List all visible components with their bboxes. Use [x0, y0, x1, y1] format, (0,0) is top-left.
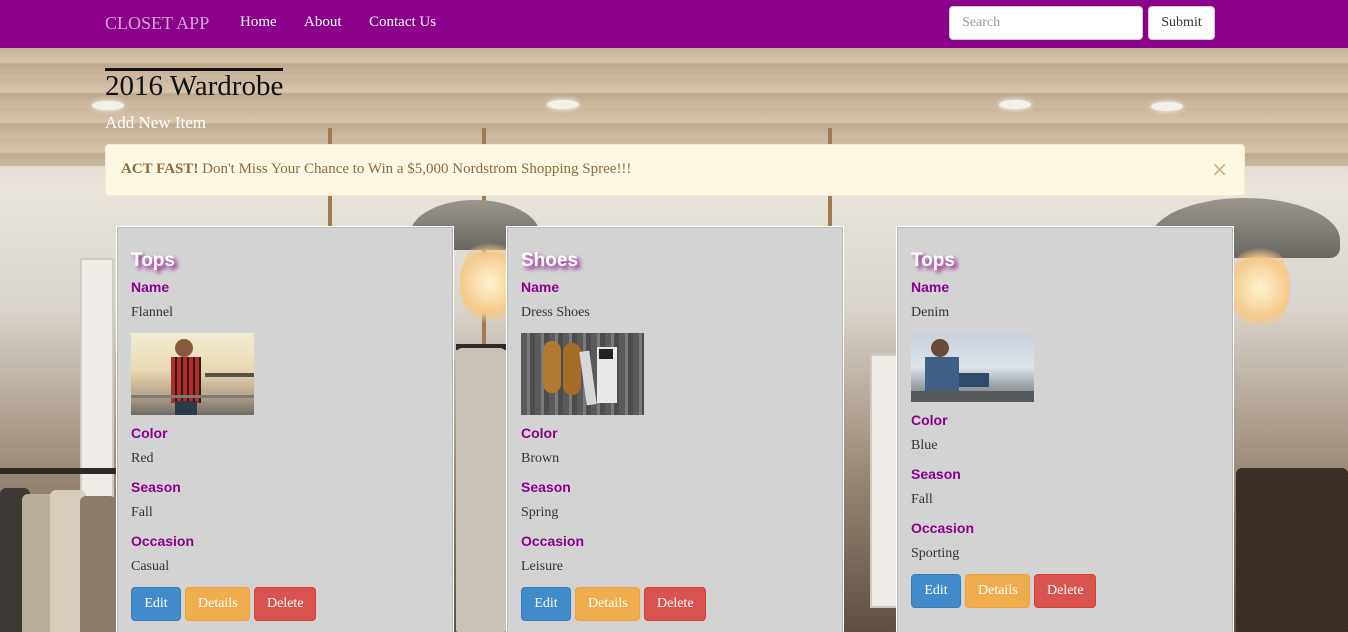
search-submit-button[interactable]: Submit [1148, 6, 1215, 40]
ceiling-light [547, 100, 579, 109]
nav-contact-link[interactable]: Contact Us [369, 14, 436, 31]
color-label: Color [131, 425, 168, 441]
details-button[interactable]: Details [965, 574, 1030, 608]
hanging-garment [456, 348, 506, 632]
edit-button[interactable]: Edit [911, 574, 961, 608]
navbar: CLOSET APP Home About Contact Us Submit [0, 0, 1348, 48]
occasion-value: Sporting [911, 546, 960, 561]
hanging-garment [1236, 468, 1348, 632]
alert-bold-text: ACT FAST! [121, 161, 199, 177]
search-input[interactable] [949, 6, 1143, 40]
doorway [80, 258, 114, 522]
item-category: Tops [911, 250, 955, 271]
delete-button[interactable]: Delete [254, 587, 316, 621]
item-category: Tops [131, 250, 175, 271]
item-card: Tops Name Denim Color Blue Season Fall O… [896, 226, 1234, 632]
item-card: Shoes Name Dress Shoes Color Brown Seaso… [506, 226, 844, 632]
name-label: Name [911, 279, 950, 295]
color-value: Blue [911, 438, 938, 453]
delete-button[interactable]: Delete [1034, 574, 1096, 608]
ceiling-light [1151, 102, 1183, 111]
season-value: Spring [521, 505, 559, 520]
season-label: Season [521, 479, 571, 495]
season-value: Fall [911, 492, 933, 507]
name-value: Dress Shoes [521, 305, 590, 320]
lamp-glow [1230, 243, 1290, 333]
nav-home-link[interactable]: Home [240, 14, 277, 31]
edit-button[interactable]: Edit [521, 587, 571, 621]
page-title: 2016 Wardrobe [105, 68, 284, 102]
occasion-label: Occasion [131, 533, 195, 549]
occasion-value: Leisure [521, 559, 563, 574]
hanging-garment [80, 496, 116, 632]
alert-message: Don't Miss Your Chance to Win a $5,000 N… [198, 161, 632, 177]
name-value: Denim [911, 305, 950, 320]
man-in-flannel-photo [131, 333, 254, 415]
item-card: Tops Name Flannel Color Red Season Fall … [116, 226, 454, 632]
name-label: Name [131, 279, 170, 295]
clothing-rack [0, 468, 116, 474]
name-label: Name [521, 279, 560, 295]
dress-shoes-photo [521, 333, 644, 415]
occasion-label: Occasion [911, 520, 975, 536]
details-button[interactable]: Details [185, 587, 250, 621]
season-label: Season [911, 466, 961, 482]
card-actions: Edit Details Delete [911, 574, 1219, 608]
edit-button[interactable]: Edit [131, 587, 181, 621]
card-actions: Edit Details Delete [521, 587, 829, 621]
name-value: Flannel [131, 305, 173, 320]
details-button[interactable]: Details [575, 587, 640, 621]
brand-link[interactable]: CLOSET APP [105, 13, 209, 34]
ceiling-light [92, 101, 124, 110]
color-label: Color [521, 425, 558, 441]
add-new-item-link[interactable]: Add New Item [105, 113, 206, 133]
man-in-denim-photo [911, 333, 1034, 402]
season-label: Season [131, 479, 181, 495]
occasion-value: Casual [131, 559, 170, 574]
color-value: Red [131, 451, 154, 466]
nav-about-link[interactable]: About [304, 14, 342, 31]
promo-alert: ACT FAST! Don't Miss Your Chance to Win … [105, 144, 1245, 196]
occasion-label: Occasion [521, 533, 585, 549]
color-label: Color [911, 412, 948, 428]
color-value: Brown [521, 451, 560, 466]
delete-button[interactable]: Delete [644, 587, 706, 621]
card-actions: Edit Details Delete [131, 587, 439, 621]
season-value: Fall [131, 505, 153, 520]
item-category: Shoes [521, 250, 579, 271]
ceiling-light [999, 100, 1031, 109]
close-icon[interactable]: × [1211, 159, 1228, 179]
